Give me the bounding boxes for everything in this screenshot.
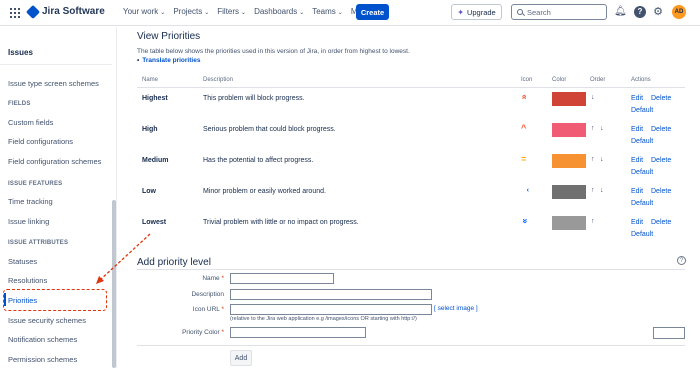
table-row: Low Minor problem or easily worked around… <box>137 181 685 212</box>
help-icon[interactable]: ? <box>634 6 646 18</box>
priority-description: Has the potential to affect progress. <box>203 157 314 164</box>
avatar[interactable]: AD <box>672 5 686 19</box>
table-row: High Serious problem that could block pro… <box>137 119 685 150</box>
priority-color-label: Priority Color * <box>182 329 224 336</box>
table-row: Lowest Trivial problem with little or no … <box>137 212 685 243</box>
default-link[interactable]: Default <box>631 107 653 114</box>
default-link[interactable]: Default <box>631 138 653 145</box>
column-header-actions: Actions <box>631 77 651 83</box>
move-up-arrow-icon[interactable]: ↑ <box>591 156 595 163</box>
primary-nav: Your work ⌄ Projects ⌄ Filters ⌄ Dashboards… <box>123 7 376 16</box>
move-down-arrow-icon[interactable]: ↓ <box>591 94 595 101</box>
priority-description: Minor problem or easily worked around. <box>203 188 326 195</box>
icon-url-field[interactable] <box>230 304 432 315</box>
move-down-arrow-icon[interactable]: ↓ <box>600 187 604 194</box>
priority-icon: ^ <box>521 123 527 133</box>
priority-icon: ˇ <box>519 188 530 192</box>
column-header-icon: Icon <box>521 77 533 83</box>
select-image-link[interactable]: [ select image ] <box>434 305 478 312</box>
column-header-description: Description <box>203 77 234 83</box>
move-up-arrow-icon[interactable]: ↑ <box>591 187 595 194</box>
notifications-icon[interactable]: 🔔︎ <box>614 6 627 18</box>
priority-name: Low <box>142 188 156 195</box>
form-bottom-divider <box>137 345 685 346</box>
app-switcher-icon[interactable] <box>10 8 20 18</box>
name-label: Name * <box>202 275 224 282</box>
priority-color-swatch <box>552 216 586 230</box>
priority-color-swatch <box>552 185 586 199</box>
top-navigation-bar: Jira Software Your work ⌄ Projects ⌄ Filte… <box>0 0 700 26</box>
upgrade-button[interactable]: ✦ Upgrade <box>451 4 502 20</box>
priority-icon: » <box>520 218 531 224</box>
default-link[interactable]: Default <box>631 200 653 207</box>
priority-description: This problem will block progress. <box>203 95 305 102</box>
move-down-arrow-icon[interactable]: ↓ <box>600 156 604 163</box>
create-button[interactable]: Create <box>356 4 389 20</box>
jira-logo[interactable]: Jira Software <box>25 4 105 19</box>
column-header-name: Name <box>142 77 159 83</box>
search-icon <box>517 9 523 15</box>
delete-link[interactable]: Delete <box>651 219 671 226</box>
color-picker-preview[interactable] <box>653 327 685 339</box>
priority-color-swatch <box>552 154 586 168</box>
priority-name: Lowest <box>142 219 167 226</box>
move-down-arrow-icon[interactable]: ↓ <box>600 125 604 132</box>
default-link[interactable]: Default <box>631 231 653 238</box>
priority-color-field[interactable] <box>230 327 366 338</box>
page-description: The table below shows the priorities use… <box>137 48 410 55</box>
table-row: Highest This problem will block progress.… <box>137 88 685 119</box>
priority-color-swatch <box>552 92 586 106</box>
column-header-order: Order <box>590 77 606 83</box>
app-name: Jira Software <box>42 6 105 17</box>
jira-logo-icon <box>25 4 41 19</box>
nav-dashboards[interactable]: Dashboards ⌄ <box>254 7 304 16</box>
add-button[interactable]: Add <box>230 350 252 366</box>
icon-url-hint: (relative to the Jira web application e.… <box>230 316 417 322</box>
page-title: View Priorities <box>137 31 201 42</box>
priority-icon: = <box>521 154 527 164</box>
move-up-arrow-icon[interactable]: ↑ <box>591 125 595 132</box>
search-input[interactable]: Search <box>511 4 607 20</box>
help-icon[interactable]: ? <box>677 256 686 265</box>
edit-link[interactable]: Edit <box>631 219 643 226</box>
nav-filters[interactable]: Filters ⌄ <box>217 7 246 16</box>
settings-gear-icon[interactable]: ⚙ <box>652 6 664 18</box>
priority-color-swatch <box>552 123 586 137</box>
column-header-color: Color <box>552 77 567 83</box>
delete-link[interactable]: Delete <box>651 95 671 102</box>
description-field[interactable] <box>230 289 432 300</box>
priority-name: Medium <box>142 157 169 164</box>
nav-your-work[interactable]: Your work ⌄ <box>123 7 165 16</box>
default-link[interactable]: Default <box>631 169 653 176</box>
edit-link[interactable]: Edit <box>631 126 643 133</box>
delete-link[interactable]: Delete <box>651 126 671 133</box>
icon-url-label: Icon URL * <box>192 306 224 313</box>
sidebar <box>0 27 117 368</box>
edit-link[interactable]: Edit <box>631 95 643 102</box>
add-priority-title: Add priority level <box>137 257 211 268</box>
edit-link[interactable]: Edit <box>631 188 643 195</box>
priority-name: Highest <box>142 95 168 102</box>
table-row: Medium Has the potential to affect progre… <box>137 150 685 181</box>
priority-description: Serious problem that could block progres… <box>203 126 336 133</box>
priority-description: Trivial problem with little or no impact… <box>203 219 359 226</box>
description-label: Description <box>191 291 224 298</box>
upgrade-label: Upgrade <box>466 7 496 17</box>
move-up-arrow-icon[interactable]: ↑ <box>591 218 595 225</box>
delete-link[interactable]: Delete <box>651 188 671 195</box>
upgrade-icon: ✦ <box>457 7 464 17</box>
edit-link[interactable]: Edit <box>631 157 643 164</box>
name-field[interactable] <box>230 273 334 284</box>
priority-icon: » <box>518 94 529 100</box>
nav-teams[interactable]: Teams ⌄ <box>312 7 343 16</box>
form-divider <box>137 269 685 270</box>
priority-name: High <box>142 126 158 133</box>
translate-priorities-link[interactable]: • Translate priorities <box>137 57 200 64</box>
delete-link[interactable]: Delete <box>651 157 671 164</box>
search-placeholder: Search <box>527 7 551 17</box>
nav-projects[interactable]: Projects ⌄ <box>173 7 209 16</box>
